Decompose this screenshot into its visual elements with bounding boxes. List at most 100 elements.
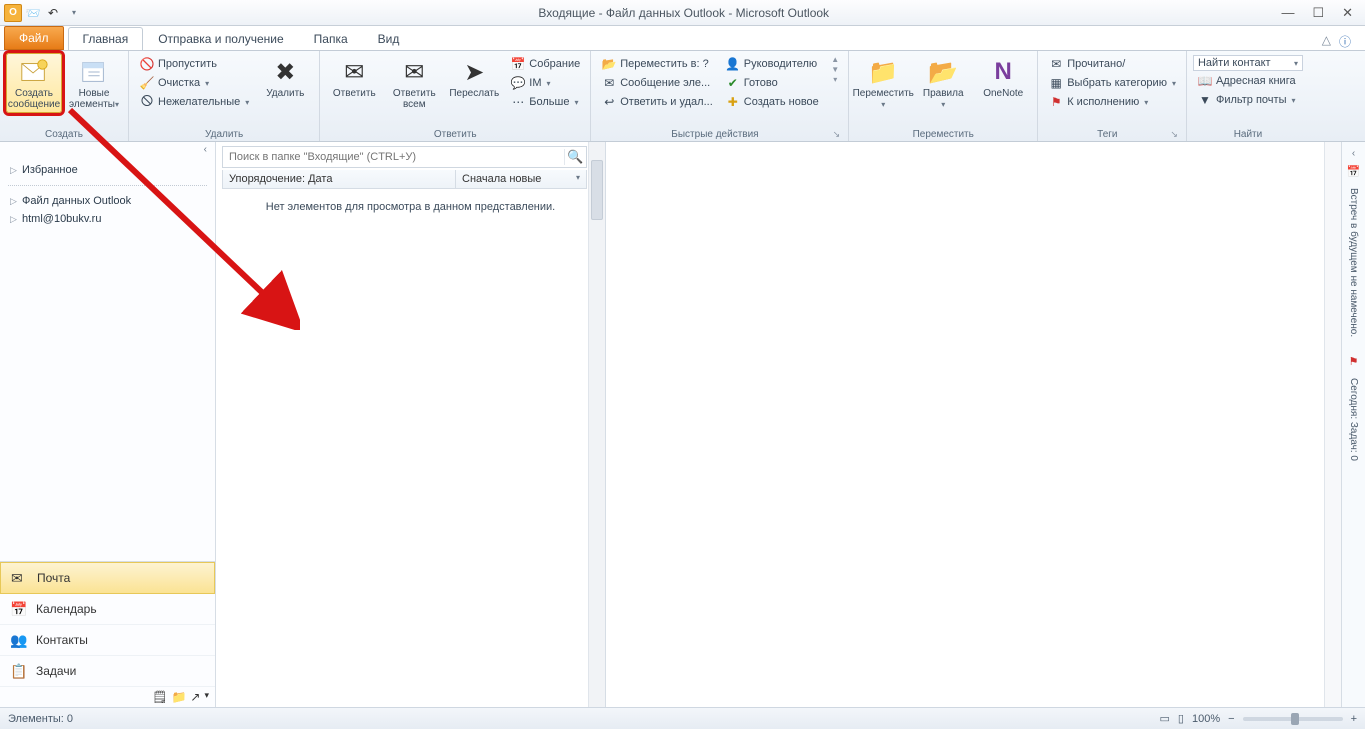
quicksteps-dialog-icon[interactable]: ↘ (833, 129, 841, 140)
read-unread-button[interactable]: ✉Прочитано/ (1044, 55, 1180, 73)
nav-shortcuts-icon[interactable]: ↗ (190, 690, 200, 704)
quicksteps-more-icon[interactable]: ▾ (833, 75, 837, 84)
nav-favorites[interactable]: ▷Избранное (4, 161, 211, 179)
tags-dialog-icon[interactable]: ↘ (1170, 129, 1178, 140)
todobar-tasks-label: Сегодня: Задач: 0 (1348, 378, 1359, 461)
cleanup-button[interactable]: 🧹Очистка (135, 74, 253, 92)
quicksteps-down-icon[interactable]: ▼ (831, 65, 839, 74)
zoom-slider-thumb[interactable] (1291, 713, 1299, 725)
meeting-button[interactable]: 📅Собрание (506, 55, 584, 73)
undo-icon[interactable]: ↶ (44, 4, 62, 22)
reply-all-button[interactable]: ✉ Ответитьвсем (386, 53, 442, 113)
im-button[interactable]: 💬IM (506, 74, 584, 92)
onenote-button[interactable]: N OneNote (975, 53, 1031, 102)
delete-icon: ✖ (269, 56, 301, 88)
ribbon-minimize-icon[interactable]: △ (1322, 33, 1331, 50)
reply-delete-icon: ↩ (601, 94, 617, 110)
nav-mail-button[interactable]: ✉Почта (0, 562, 215, 594)
list-scrollbar[interactable] (588, 142, 605, 707)
todobar-expand-icon[interactable]: ‹ (1352, 148, 1355, 159)
sort-by-label[interactable]: Упорядочение: Дата (223, 170, 456, 188)
tab-view[interactable]: Вид (363, 27, 415, 50)
categorize-icon: ▦ (1048, 75, 1064, 91)
nav-datafile[interactable]: ▷Файл данных Outlook (4, 192, 211, 210)
sort-header[interactable]: Упорядочение: Дата Сначала новые▾ (222, 170, 587, 189)
quickstep-4[interactable]: ↩Ответить и удал... (597, 93, 717, 111)
tab-sendreceive[interactable]: Отправка и получение (143, 27, 298, 50)
reading-pane (606, 142, 1341, 707)
message-list-pane: 🔍 Упорядочение: Дата Сначала новые▾ Нет … (216, 142, 606, 707)
reply-button[interactable]: ✉ Ответить (326, 53, 382, 102)
reading-scrollbar[interactable] (1324, 142, 1341, 707)
scrollbar-thumb[interactable] (591, 160, 603, 220)
mail-icon: ✉ (11, 570, 29, 586)
ignore-button[interactable]: 🚫Пропустить (135, 55, 253, 73)
more-respond-button[interactable]: ⋯Больше (506, 93, 584, 111)
followup-button[interactable]: ⚑К исполнению (1044, 93, 1180, 111)
quicksteps-up-icon[interactable]: ▲ (831, 55, 839, 64)
navpane-collapse-icon[interactable]: ‹ (0, 142, 215, 155)
nav-contacts-button[interactable]: 👥Контакты (0, 625, 215, 656)
todobar-calendar-icon[interactable]: 📅 (1347, 165, 1361, 178)
chevron-right-icon: ▷ (10, 165, 18, 176)
onenote-icon: N (987, 56, 1019, 88)
zoom-slider[interactable] (1243, 717, 1343, 721)
zoom-level: 100% (1192, 713, 1220, 725)
forward-icon: ➤ (458, 56, 490, 88)
group-find-label: Найти (1193, 128, 1303, 141)
nav-tasks-button[interactable]: 📋Задачи (0, 656, 215, 687)
ignore-icon: 🚫 (139, 56, 155, 72)
tab-home[interactable]: Главная (68, 27, 144, 50)
quickstep-1[interactable]: 👤Руководителю (721, 55, 824, 73)
nav-account[interactable]: ▷html@10bukv.ru (4, 210, 211, 228)
tab-folder[interactable]: Папка (299, 27, 363, 50)
send-receive-icon[interactable]: 📨 (24, 4, 42, 22)
view-normal-icon[interactable]: ▭ (1160, 712, 1170, 725)
minimize-button[interactable]: — (1281, 5, 1294, 21)
junk-button[interactable]: 🛇Нежелательные (135, 93, 253, 111)
group-move: 📁 Переместить▾ 📂 Правила▾ N OneNote Пере… (849, 51, 1038, 141)
tasks-icon: 📋 (10, 663, 28, 679)
sort-direction[interactable]: Сначала новые▾ (456, 170, 586, 188)
filter-email-button[interactable]: ▼Фильтр почты (1193, 91, 1303, 109)
qat-dropdown-icon[interactable] (64, 4, 82, 22)
title-bar: O 📨 ↶ Входящие - Файл данных Outlook - M… (0, 0, 1365, 26)
maximize-button[interactable]: ☐ (1312, 5, 1324, 21)
find-contact-input[interactable]: Найти контакт▾ (1193, 55, 1303, 71)
zoom-out-button[interactable]: − (1228, 713, 1234, 725)
rules-button[interactable]: 📂 Правила▾ (915, 53, 971, 113)
nav-folder-icon[interactable]: 📁 (171, 690, 186, 704)
group-find: Найти контакт▾ 📖Адресная книга ▼Фильтр п… (1187, 51, 1309, 141)
rules-icon: 📂 (927, 56, 959, 88)
tab-file[interactable]: Файл (4, 26, 64, 50)
quickstep-5[interactable]: ✚Создать новое (721, 93, 824, 111)
zoom-in-button[interactable]: + (1351, 713, 1357, 725)
group-respond: ✉ Ответить ✉ Ответитьвсем ➤ Переслать 📅С… (320, 51, 591, 141)
search-box[interactable]: 🔍 (222, 146, 587, 168)
categorize-button[interactable]: ▦Выбрать категорию (1044, 74, 1180, 92)
reply-icon: ✉ (338, 56, 370, 88)
delete-button[interactable]: ✖ Удалить (257, 53, 313, 102)
address-book-button[interactable]: 📖Адресная книга (1193, 72, 1303, 90)
forward-button[interactable]: ➤ Переслать (446, 53, 502, 102)
create-new-icon: ✚ (725, 94, 741, 110)
help-icon[interactable]: ⓘ (1339, 33, 1351, 50)
status-item-count: Элементы: 0 (8, 713, 73, 725)
nav-calendar-button[interactable]: 📅Календарь (0, 594, 215, 625)
search-input[interactable] (223, 151, 564, 163)
search-icon[interactable]: 🔍 (564, 149, 586, 165)
quickstep-3[interactable]: ✔Готово (721, 74, 824, 92)
readunread-icon: ✉ (1048, 56, 1064, 72)
new-items-button[interactable]: Новыеэлементы▾ (66, 53, 122, 113)
quickstep-2[interactable]: ✉Сообщение эле... (597, 74, 717, 92)
close-button[interactable]: ✕ (1342, 5, 1353, 21)
status-bar: Элементы: 0 ▭ ▯ 100% − + (0, 707, 1365, 729)
new-email-icon (18, 56, 50, 88)
nav-configure-icon[interactable]: ▾ (204, 690, 209, 704)
nav-notes-icon[interactable]: 🗒 (152, 690, 167, 704)
quickstep-0[interactable]: 📂Переместить в: ? (597, 55, 717, 73)
new-email-button[interactable]: Создатьсообщение (6, 53, 62, 113)
todobar-flag-icon[interactable]: ⚑ (1349, 355, 1359, 368)
view-reading-icon[interactable]: ▯ (1178, 712, 1184, 725)
move-button[interactable]: 📁 Переместить▾ (855, 53, 911, 113)
